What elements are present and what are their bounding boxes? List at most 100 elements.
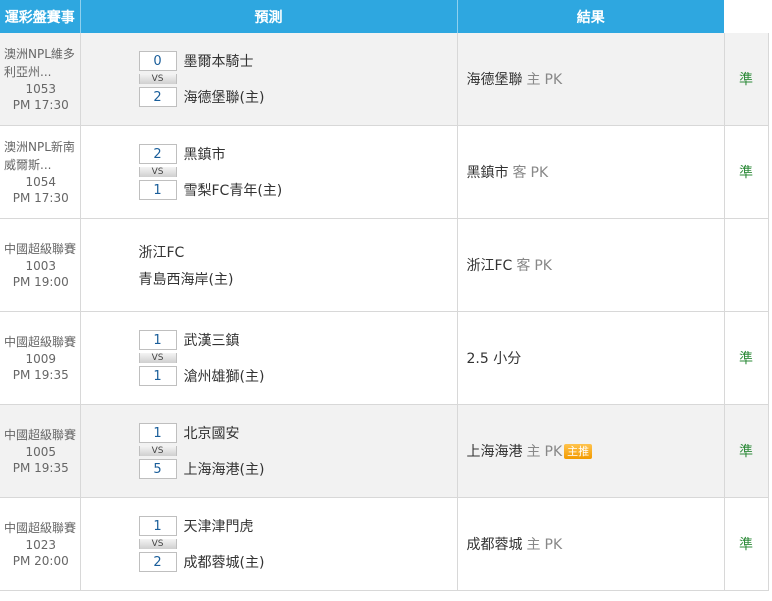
- prediction-pk: PK: [544, 537, 563, 553]
- vs-divider: VS: [138, 353, 177, 363]
- game-time: PM 19:35: [12, 461, 69, 475]
- league-name[interactable]: 中國超級聯賽: [4, 240, 78, 258]
- result-cell: 準: [724, 497, 769, 591]
- result-cell: [724, 218, 769, 312]
- home-row: 2 海德堡聯(主): [138, 84, 457, 110]
- game-time: PM 19:35: [12, 368, 69, 382]
- game-code: 1053: [25, 82, 57, 96]
- vs-divider: VS: [138, 539, 177, 549]
- away-score: 1: [138, 330, 177, 350]
- match-cell: 1 武漢三鎮 VS 1 滄州雄獅(主): [80, 311, 458, 405]
- vs-divider: VS: [138, 167, 177, 177]
- away-row: 1 武漢三鎮: [138, 327, 457, 353]
- game-code: 1054: [25, 175, 57, 189]
- home-team[interactable]: 雪梨FC青年(主): [184, 180, 283, 200]
- result-cell: 準: [724, 311, 769, 405]
- prediction-cell: 浙江FC 客 PK: [457, 218, 725, 312]
- event-info: 中國超級聯賽 1009 PM 19:35: [0, 311, 81, 405]
- prediction-pick: 海德堡聯: [466, 72, 523, 88]
- league-name[interactable]: 中國超級聯賽: [4, 426, 78, 444]
- away-score: 1: [138, 423, 177, 443]
- event-info: 中國超級聯賽 1005 PM 19:35: [0, 404, 81, 498]
- match-cell: 0 墨爾本騎士 VS 2 海德堡聯(主): [80, 33, 458, 126]
- away-score: 0: [138, 51, 177, 71]
- match-cell: 2 黑鎮市 VS 1 雪梨FC青年(主): [80, 125, 458, 219]
- table-row[interactable]: 澳洲NPL維多利亞州... 1053 PM 17:30 0 墨爾本騎士 VS 2…: [0, 33, 769, 126]
- prediction-pick: 浙江FC: [466, 258, 513, 274]
- home-team[interactable]: 海德堡聯(主): [184, 87, 265, 107]
- away-score: 1: [138, 516, 177, 536]
- home-team[interactable]: 青島西海岸(主): [139, 269, 234, 289]
- game-time: PM 20:00: [12, 554, 69, 568]
- away-team[interactable]: 北京國安: [184, 423, 240, 443]
- result-cell: 準: [724, 33, 769, 126]
- away-team[interactable]: 浙江FC: [139, 242, 185, 262]
- prediction-side: 客: [512, 165, 527, 181]
- away-row: 1 天津津門虎: [138, 513, 457, 539]
- home-row: 5 上海海港(主): [138, 456, 457, 482]
- prediction-pick: 黑鎮市: [466, 165, 509, 181]
- match-cell: 1 天津津門虎 VS 2 成都蓉城(主): [80, 497, 458, 591]
- home-row: 2 成都蓉城(主): [138, 549, 457, 575]
- home-team[interactable]: 成都蓉城(主): [184, 552, 265, 572]
- header-result: 結果: [457, 0, 724, 33]
- prediction-side: 主: [526, 72, 541, 88]
- event-info: 澳洲NPL維多利亞州... 1053 PM 17:30: [0, 33, 81, 126]
- away-team[interactable]: 墨爾本騎士: [184, 51, 254, 71]
- home-score: 1: [138, 366, 177, 386]
- result-cell: 準: [724, 125, 769, 219]
- prediction-cell: 成都蓉城主 PK: [457, 497, 725, 591]
- game-code: 1009: [25, 352, 57, 366]
- home-score: 1: [138, 180, 177, 200]
- home-row: 1 滄州雄獅(主): [138, 363, 457, 389]
- league-name[interactable]: 澳洲NPL維多利亞州...: [4, 45, 78, 81]
- game-code: 1003: [25, 259, 57, 273]
- league-name[interactable]: 澳洲NPL新南威爾斯...: [4, 138, 78, 174]
- event-info: 中國超級聯賽 1003 PM 19:00: [0, 218, 81, 312]
- prediction-side: 主: [526, 444, 541, 460]
- league-name[interactable]: 中國超級聯賽: [4, 333, 78, 351]
- home-team[interactable]: 上海海港(主): [184, 459, 265, 479]
- prediction-pick: 成都蓉城: [466, 537, 523, 553]
- game-time: PM 17:30: [12, 98, 69, 112]
- prediction-pk: PK: [534, 258, 552, 274]
- match-cell: 1 北京國安 VS 5 上海海港(主): [80, 404, 458, 498]
- home-row: 青島西海岸(主): [139, 265, 457, 292]
- prediction-pk: PK: [544, 444, 563, 460]
- header-event: 運彩盤賽事: [0, 0, 81, 33]
- event-info: 澳洲NPL新南威爾斯... 1054 PM 17:30: [0, 125, 81, 219]
- table-header: 運彩盤賽事 預測 結果: [0, 0, 768, 33]
- home-row: 1 雪梨FC青年(主): [138, 177, 457, 203]
- table-row[interactable]: 中國超級聯賽 1009 PM 19:35 1 武漢三鎮 VS 1 滄州雄獅(主)…: [0, 311, 769, 405]
- prediction-side: 主: [526, 537, 541, 553]
- table-row[interactable]: 中國超級聯賽 1023 PM 20:00 1 天津津門虎 VS 2 成都蓉城(主…: [0, 497, 769, 591]
- away-team[interactable]: 武漢三鎮: [184, 330, 240, 350]
- game-time: PM 19:00: [12, 275, 69, 289]
- away-row: 0 墨爾本騎士: [138, 48, 457, 74]
- game-time: PM 17:30: [12, 191, 69, 205]
- away-team[interactable]: 黑鎮市: [184, 144, 226, 164]
- away-team[interactable]: 天津津門虎: [184, 516, 254, 536]
- event-info: 中國超級聯賽 1023 PM 20:00: [0, 497, 81, 591]
- home-team[interactable]: 滄州雄獅(主): [184, 366, 265, 386]
- home-score: 2: [138, 552, 177, 572]
- home-score: 5: [138, 459, 177, 479]
- vs-divider: VS: [138, 74, 177, 84]
- prediction-pk: PK: [544, 72, 563, 88]
- prediction-cell: 黑鎮市客 PK: [457, 125, 725, 219]
- prediction-pk: PK: [530, 165, 549, 181]
- table-row[interactable]: 中國超級聯賽 1003 PM 19:00 浙江FC 青島西海岸(主) 浙江FC 客…: [0, 218, 769, 312]
- prediction-pick: 上海海港: [466, 444, 523, 460]
- table-row[interactable]: 澳洲NPL新南威爾斯... 1054 PM 17:30 2 黑鎮市 VS 1 雪…: [0, 125, 769, 219]
- vs-divider: VS: [138, 446, 177, 456]
- header-prediction: 預測: [80, 0, 458, 33]
- prediction-table: 運彩盤賽事 預測 結果 澳洲NPL維多利亞州... 1053 PM 17:30 …: [0, 0, 769, 591]
- league-name[interactable]: 中國超級聯賽: [4, 519, 78, 537]
- table-row[interactable]: 中國超級聯賽 1005 PM 19:35 1 北京國安 VS 5 上海海港(主)…: [0, 404, 769, 498]
- away-row: 1 北京國安: [138, 420, 457, 446]
- prediction-cell: 海德堡聯主 PK: [457, 33, 725, 126]
- match-cell: 浙江FC 青島西海岸(主): [80, 218, 458, 312]
- away-row: 浙江FC: [139, 238, 457, 265]
- home-score: 2: [138, 87, 177, 107]
- game-code: 1005: [25, 445, 57, 459]
